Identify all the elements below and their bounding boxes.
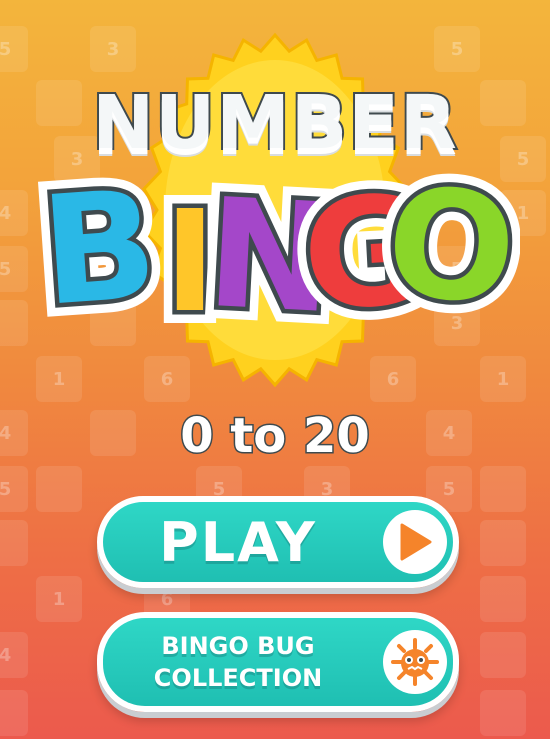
background-tile — [36, 466, 82, 512]
background-tile: 5 — [0, 466, 28, 512]
play-arrow-icon — [383, 510, 447, 574]
bug-collection-label: BINGO BUG COLLECTION — [103, 618, 373, 706]
background-tile — [0, 300, 28, 346]
play-button-label: PLAY — [159, 510, 317, 574]
title-screen: 5 3 5 3 5 1 4 1 5 5 3 1 6 6 1 4 4 5 5 3 … — [0, 0, 550, 739]
background-tile: 5 — [0, 26, 28, 72]
background-tile: 1 — [36, 576, 82, 622]
play-button[interactable]: PLAY — [97, 496, 459, 588]
letter-o: O — [380, 160, 520, 339]
bug-collection-label-line2: COLLECTION — [153, 664, 323, 692]
background-tile — [480, 466, 526, 512]
background-tile: 4 — [0, 632, 28, 678]
background-tile: 3 — [90, 26, 136, 72]
background-tile — [480, 520, 526, 566]
background-tile: 5 — [0, 246, 28, 292]
background-tile: 1 — [36, 356, 82, 402]
background-tile: 1 — [480, 356, 526, 402]
background-tile — [480, 576, 526, 622]
title-number-text: NUMBER — [90, 78, 459, 168]
bug-icon — [383, 630, 447, 694]
background-tile: 4 — [0, 190, 28, 236]
background-tile — [480, 632, 526, 678]
background-tile: 5 — [434, 26, 480, 72]
background-tile — [0, 520, 28, 566]
background-tile — [480, 690, 526, 736]
title-bingo-letters: B B I I N N G G O O — [30, 160, 520, 340]
letter-b: B — [36, 160, 162, 340]
background-tile — [0, 690, 28, 736]
bingo-bug-collection-button[interactable]: BINGO BUG COLLECTION — [97, 612, 459, 712]
bug-collection-label-line1: BINGO BUG — [161, 632, 315, 660]
number-range-label: 0 to 20 — [179, 407, 372, 466]
